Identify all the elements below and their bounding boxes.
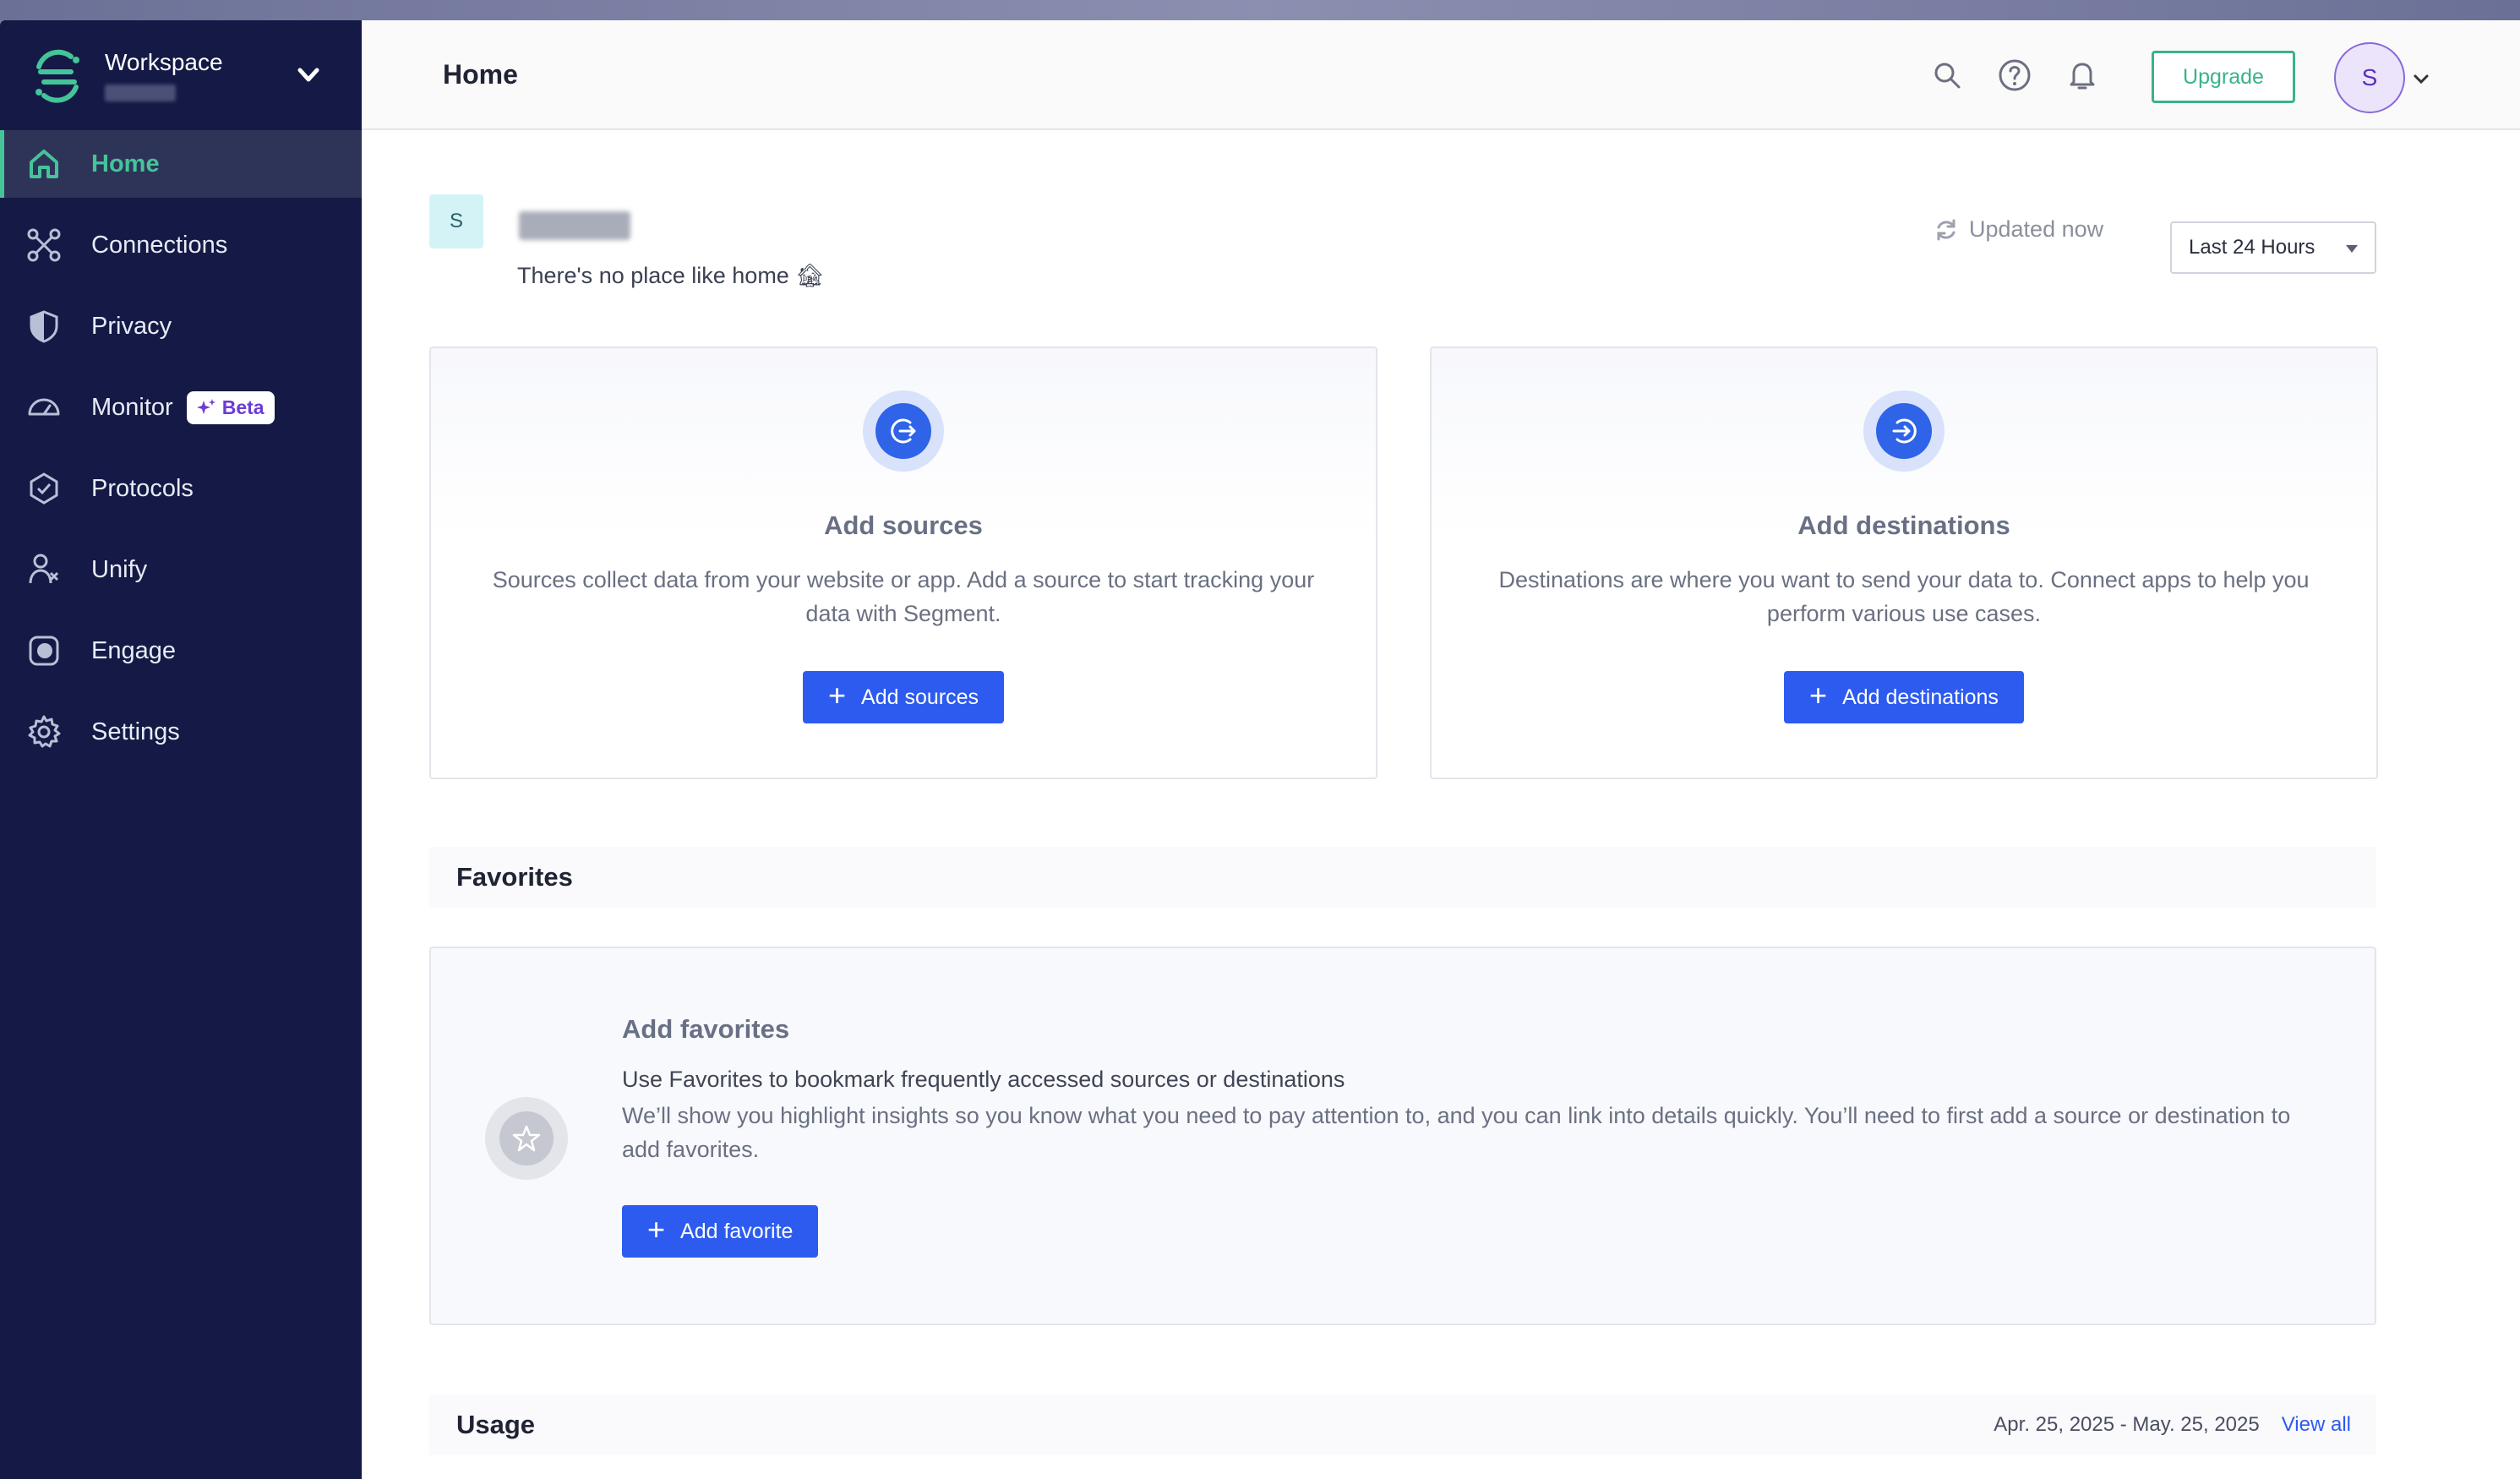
segment-logo-icon [35,49,79,103]
sidebar-item-label: Connections [91,231,228,259]
sidebar-item-label: Monitor [91,393,173,421]
sidebar-item-label: Protocols [91,474,194,502]
destinations-card-description: Destinations are where you want to send … [1498,567,2310,626]
favorites-card-lead: Use Favorites to bookmark frequently acc… [622,1067,1345,1092]
add-sources-button[interactable]: + Add sources [803,671,1004,723]
view-all-link[interactable]: View all [2282,1413,2351,1437]
favorites-section-header: Favorites [429,847,2376,908]
plus-icon: + [1809,678,1828,712]
time-range-value: Last 24 Hours [2189,236,2315,259]
bell-icon[interactable] [2065,58,2099,92]
usage-section-title: Usage [456,1410,536,1439]
usage-meta: Apr. 25, 2025 - May. 25, 2025 View all [1994,1413,2351,1437]
user-avatar[interactable]: S [2334,42,2405,113]
add-favorite-button[interactable]: + Add favorite [622,1205,819,1258]
sidebar-item-label: Unify [91,555,148,583]
sidebar-item-monitor[interactable]: Monitor Beta [0,374,362,441]
sidebar-item-privacy[interactable]: Privacy [0,292,362,360]
sidebar: Workspace Home Connections Privacy Monit… [0,20,362,1479]
favorites-card-description: We’ll show you highlight insights so you… [622,1103,2291,1162]
connections-icon [27,228,61,262]
page-title: Home [443,58,518,90]
usage-date-range: Apr. 25, 2025 - May. 25, 2025 [1994,1413,2260,1436]
gauge-icon [28,398,60,416]
time-range-select[interactable]: Last 24 Hours [2170,221,2376,274]
beta-badge: Beta [186,390,275,424]
workspace-label: Workspace [105,49,223,75]
plus-icon: + [647,1212,666,1247]
workspace-avatar: S [429,194,483,248]
favorites-card-title: Add favorites [622,1014,790,1044]
home-icon [30,150,58,178]
add-sources-label: Add sources [861,685,979,709]
engage-icon [29,636,59,666]
app-window: Workspace Home Connections Privacy Monit… [0,20,2520,1479]
sidebar-item-home[interactable]: Home [0,130,362,198]
favorites-icon-wrap [485,1097,568,1180]
beta-badge-label: Beta [221,396,265,418]
sidebar-item-label: Engage [91,636,176,664]
add-sources-card: Add sources Sources collect data from yo… [429,347,1377,779]
chevron-down-icon[interactable] [2412,69,2430,88]
search-icon[interactable] [1930,58,1964,92]
gear-icon [28,715,61,748]
greeting-message: There's no place like home 🏚 [517,263,825,288]
sidebar-item-label: Settings [91,718,180,745]
window-top-strip [0,0,2520,20]
sidebar-item-label: Home [91,150,160,177]
person-icon [29,554,59,584]
updated-label: Updated now [1969,216,2104,242]
top-bar: Home Upgrade S [362,20,2520,130]
plus-icon: + [828,678,847,712]
upgrade-button[interactable]: Upgrade [2152,51,2295,103]
sidebar-item-unify[interactable]: Unify [0,536,362,603]
sidebar-item-label: Privacy [91,312,172,340]
sources-card-title: Add sources [824,510,983,540]
sidebar-item-connections[interactable]: Connections [0,211,362,279]
destination-arrow-icon [1876,403,1932,459]
destinations-card-title: Add destinations [1797,510,2010,540]
sidebar-item-engage[interactable]: Engage [0,617,362,685]
add-destinations-card: Add destinations Destinations are where … [1430,347,2378,779]
help-icon[interactable] [1998,58,2032,92]
chevron-down-icon[interactable] [296,64,321,86]
user-name-redacted [519,211,630,240]
add-destinations-label: Add destinations [1842,685,1999,709]
destinations-icon-wrap [1863,390,1945,472]
sparkle-icon [196,399,215,414]
updated-status[interactable]: Updated now [1934,216,2103,243]
usage-section-header: Usage Apr. 25, 2025 - May. 25, 2025 View… [429,1394,2376,1455]
sources-icon-wrap [863,390,944,472]
add-favorite-label: Add favorite [680,1219,794,1243]
sidebar-item-protocols[interactable]: Protocols [0,455,362,522]
sources-card-description: Sources collect data from your website o… [492,567,1315,626]
shield-icon [30,310,58,343]
caret-down-icon [2346,245,2358,253]
workspace-name-redacted [105,85,176,101]
workspace-switcher[interactable]: Workspace [0,20,362,130]
favorites-section-title: Favorites [456,862,573,892]
add-destinations-button[interactable]: + Add destinations [1784,671,2024,723]
source-arrow-icon [875,403,931,459]
star-icon [499,1111,554,1165]
main-content: Home Upgrade S S There's no place like h… [362,20,2520,1479]
protocols-icon [30,472,58,505]
refresh-icon [1937,219,1955,240]
add-favorites-card: Add favorites Use Favorites to bookmark … [429,947,2376,1325]
sidebar-item-settings[interactable]: Settings [0,698,362,766]
